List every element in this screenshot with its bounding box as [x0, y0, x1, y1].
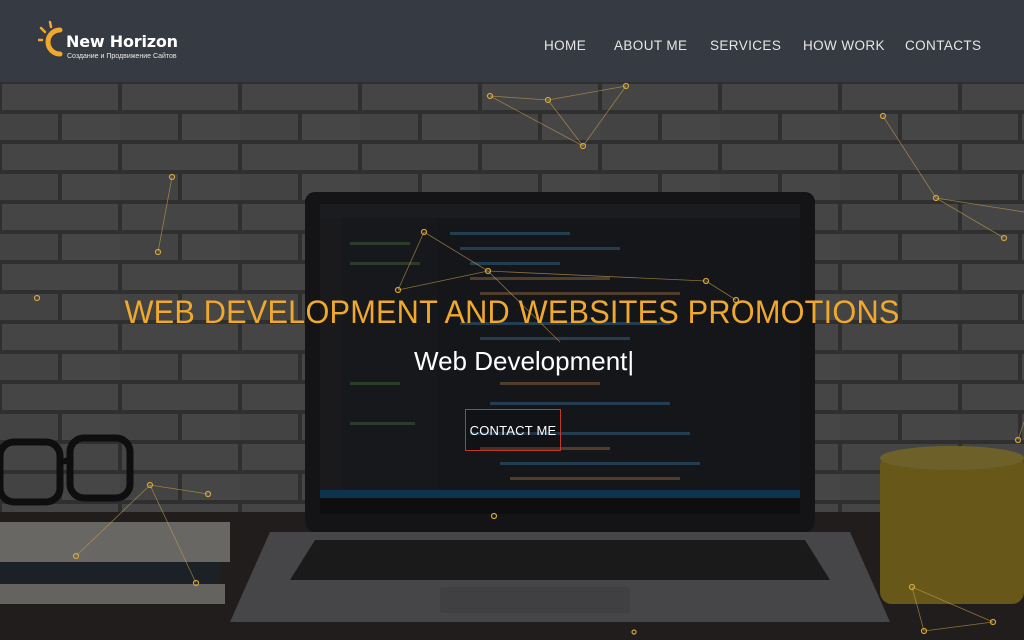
nav-home[interactable]: HOME — [544, 38, 586, 53]
nav-services[interactable]: SERVICES — [710, 38, 781, 53]
logo[interactable]: New Horizon Создание и Продвижение Сайто… — [38, 18, 188, 66]
nav-contacts[interactable]: CONTACTS — [905, 38, 981, 53]
brand-tagline: Создание и Продвижение Сайтов — [67, 53, 177, 60]
nav-how-work[interactable]: HOW WORK — [803, 38, 885, 53]
hero-typed-text: Web Development| — [414, 346, 634, 377]
site-header: New Horizon Создание и Продвижение Сайто… — [0, 0, 1024, 82]
hero-section: WEB DEVELOPMENT AND WEBSITES PROMOTIONS … — [0, 82, 1024, 640]
contact-me-button[interactable]: CONTACT ME — [465, 409, 561, 451]
typed-text: Web Development — [414, 346, 628, 376]
typing-cursor: | — [627, 346, 635, 376]
nav-about-me[interactable]: ABOUT ME — [614, 38, 687, 53]
sun-logo-icon — [38, 20, 63, 57]
hero-title: WEB DEVELOPMENT AND WEBSITES PROMOTIONS — [124, 294, 900, 330]
brand-name: New Horizon — [66, 32, 178, 51]
